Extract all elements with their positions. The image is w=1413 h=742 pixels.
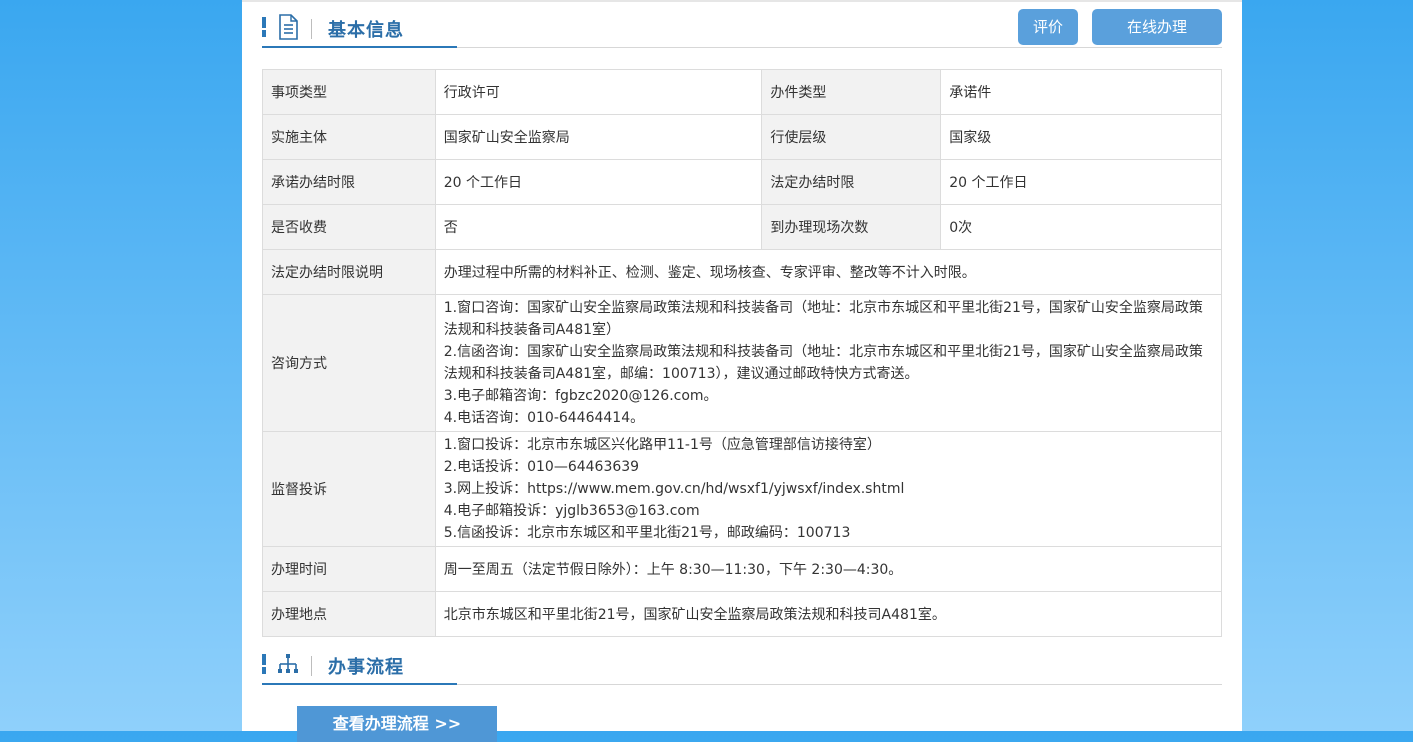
table-row: 办理地点 北京市东城区和平里北街21号，国家矿山安全监察局政策法规和科技司A48… — [262, 591, 1223, 637]
section-marker — [262, 17, 266, 37]
complaint-line: 4.电子邮箱投诉：yjglb3653@163.com — [443, 503, 700, 519]
basic-info-table: 事项类型 行政许可 办件类型 承诺件 实施主体 国家矿山安全监察局 行使层级 国… — [262, 69, 1223, 637]
visit-count-label: 到办理现场次数 — [761, 204, 942, 250]
complaint-label: 监督投诉 — [262, 431, 436, 547]
visit-count-value: 0次 — [940, 204, 1222, 250]
basic-info-header: 基本信息 评价 在线办理 — [262, 0, 1222, 48]
complaint-line: 1.窗口投诉：北京市东城区兴化路甲11-1号（应急管理部信访接待室） — [443, 437, 881, 453]
table-row: 办理时间 周一至周五（法定节假日除外）：上午 8:30—11:30，下午 2:3… — [262, 546, 1223, 592]
table-row: 法定办结时限说明 办理过程中所需的材料补正、检测、鉴定、现场核查、专家评审、整改… — [262, 249, 1223, 295]
online-apply-button[interactable]: 在线办理 — [1092, 9, 1222, 45]
consult-line: 4.电话咨询：010-64464414。 — [443, 410, 645, 426]
table-row: 实施主体 国家矿山安全监察局 行使层级 国家级 — [262, 114, 1222, 160]
location-label: 办理地点 — [262, 591, 436, 637]
table-row: 监督投诉 1.窗口投诉：北京市东城区兴化路甲11-1号（应急管理部信访接待室） … — [262, 431, 1223, 547]
process-header: 办事流程 — [262, 637, 1222, 685]
document-icon — [279, 14, 298, 40]
section-marker — [262, 654, 266, 674]
item-type-value: 行政许可 — [434, 69, 763, 115]
complaint-value: 1.窗口投诉：北京市东城区兴化路甲11-1号（应急管理部信访接待室） 2.电话投… — [434, 431, 1223, 547]
header-accent-underline — [262, 46, 457, 48]
consult-line: 3.电子邮箱咨询：fgbzc2020@126.com。 — [443, 388, 718, 404]
complaint-line: 3.网上投诉：https://www.mem.gov.cn/hd/wsxf1/y… — [443, 481, 905, 497]
legal-time-value: 20 个工作日 — [940, 159, 1222, 205]
level-label: 行使层级 — [761, 114, 942, 160]
case-type-value: 承诺件 — [940, 69, 1222, 115]
sitemap-icon — [278, 654, 298, 673]
legal-time-label: 法定办结时限 — [761, 159, 942, 205]
legal-time-note-label: 法定办结时限说明 — [262, 249, 436, 295]
consult-line: 2.信函咨询：国家矿山安全监察局政策法规和科技装备司（地址：北京市东城区和平里北… — [443, 344, 1203, 382]
complaint-line: 2.电话投诉：010—64463639 — [443, 459, 640, 475]
table-row: 承诺办结时限 20 个工作日 法定办结时限 20 个工作日 — [262, 159, 1222, 205]
location-value: 北京市东城区和平里北街21号，国家矿山安全监察局政策法规和科技司A481室。 — [434, 591, 1223, 637]
header-separator — [311, 656, 312, 676]
consult-value: 1.窗口咨询：国家矿山安全监察局政策法规和科技装备司（地址：北京市东城区和平里北… — [434, 294, 1223, 432]
legal-time-note-value: 办理过程中所需的材料补正、检测、鉴定、现场核查、专家评审、整改等不计入时限。 — [434, 249, 1223, 295]
consult-line: 1.窗口咨询：国家矿山安全监察局政策法规和科技装备司（地址：北京市东城区和平里北… — [443, 300, 1203, 338]
level-value: 国家级 — [940, 114, 1222, 160]
rate-button[interactable]: 评价 — [1018, 9, 1078, 45]
header-accent-underline — [262, 683, 457, 685]
item-type-label: 事项类型 — [262, 69, 436, 115]
hours-value: 周一至周五（法定节假日除外）：上午 8:30—11:30，下午 2:30—4:3… — [434, 546, 1223, 592]
promised-time-label: 承诺办结时限 — [262, 159, 436, 205]
implementer-label: 实施主体 — [262, 114, 436, 160]
table-row: 事项类型 行政许可 办件类型 承诺件 — [262, 69, 1222, 115]
promised-time-value: 20 个工作日 — [434, 159, 763, 205]
fee-label: 是否收费 — [262, 204, 436, 250]
process-title: 办事流程 — [328, 657, 404, 678]
implementer-value: 国家矿山安全监察局 — [434, 114, 763, 160]
hours-label: 办理时间 — [262, 546, 436, 592]
basic-info-title: 基本信息 — [328, 20, 404, 41]
case-type-label: 办件类型 — [761, 69, 942, 115]
table-row: 咨询方式 1.窗口咨询：国家矿山安全监察局政策法规和科技装备司（地址：北京市东城… — [262, 294, 1223, 432]
header-separator — [311, 19, 312, 39]
table-row: 是否收费 否 到办理现场次数 0次 — [262, 204, 1222, 250]
complaint-line: 5.信函投诉：北京市东城区和平里北街21号，邮政编码：100713 — [443, 525, 851, 541]
fee-value: 否 — [434, 204, 763, 250]
consult-label: 咨询方式 — [262, 294, 436, 432]
content-panel: 基本信息 评价 在线办理 事项类型 行政许可 办件类型 承诺件 实施主体 国家矿… — [242, 0, 1242, 742]
view-process-button[interactable]: 查看办理流程 >> — [297, 706, 497, 742]
